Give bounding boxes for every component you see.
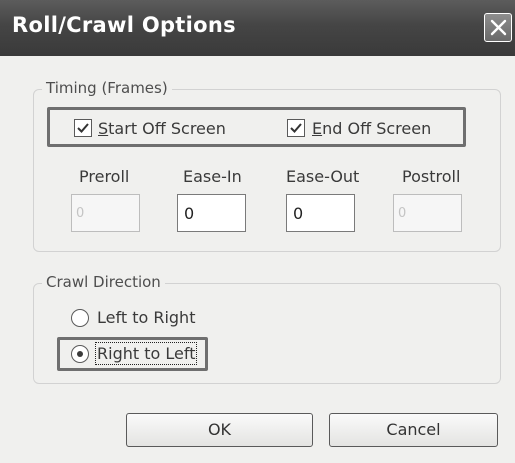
ok-button[interactable]: OK [126, 413, 313, 447]
left-to-right-radio[interactable] [71, 309, 89, 327]
checkmark-icon [77, 123, 89, 133]
close-icon [490, 19, 507, 36]
radio-selected-dot [77, 351, 83, 357]
title-bar: Roll/Crawl Options [0, 0, 515, 56]
preroll-field[interactable] [71, 194, 140, 232]
postroll-label: Postroll [402, 167, 461, 186]
end-off-screen-label[interactable]: End Off Screen [312, 119, 431, 138]
roll-crawl-options-dialog: Roll/Crawl Options Timing (Frames) Start… [0, 0, 515, 463]
preroll-label: Preroll [79, 167, 130, 186]
timing-group-legend: Timing (Frames) [42, 79, 172, 97]
ease-out-label: Ease-Out [286, 167, 360, 186]
ease-in-field[interactable] [177, 194, 246, 232]
cancel-button[interactable]: Cancel [329, 413, 498, 447]
window-title: Roll/Crawl Options [12, 13, 236, 37]
left-to-right-label[interactable]: Left to Right [97, 308, 195, 327]
start-off-screen-label[interactable]: Start Off Screen [98, 119, 226, 138]
checkmark-icon [290, 123, 302, 133]
right-to-left-radio[interactable] [71, 345, 89, 363]
postroll-field[interactable] [393, 194, 462, 232]
crawl-direction-legend: Crawl Direction [42, 273, 165, 291]
right-to-left-label[interactable]: Right to Left [94, 342, 198, 365]
start-off-screen-checkbox[interactable] [74, 119, 92, 137]
ease-in-label: Ease-In [183, 167, 242, 186]
end-off-screen-checkbox[interactable] [287, 119, 305, 137]
end-off-screen-label-rest: nd Off Screen [322, 119, 432, 138]
ease-out-field[interactable] [286, 194, 355, 232]
close-button[interactable] [484, 13, 512, 42]
start-off-screen-label-rest: tart Off Screen [108, 119, 226, 138]
start-off-screen-accelerator: S [98, 119, 109, 138]
end-off-screen-accelerator: E [312, 119, 323, 138]
